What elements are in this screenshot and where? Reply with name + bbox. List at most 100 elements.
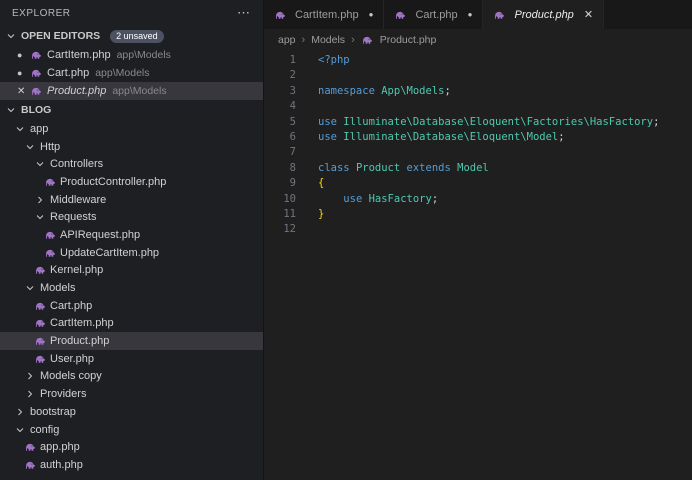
- tree-item-label: Product.php: [50, 335, 110, 348]
- tree-item-label: bootstrap: [30, 405, 76, 418]
- tree-item-label: Providers: [40, 388, 87, 401]
- tree-folder-item[interactable]: Controllers: [0, 155, 263, 173]
- code-line-content: use Illuminate\Database\Eloquent\Factori…: [296, 115, 659, 130]
- chevron-right-icon: [24, 372, 36, 380]
- more-actions-icon[interactable]: ⋯: [237, 5, 251, 21]
- breadcrumb-item[interactable]: Product.php: [361, 34, 436, 46]
- code-line: 5 use Illuminate\Database\Eloquent\Factor…: [264, 115, 692, 130]
- breadcrumb-item[interactable]: Models: [311, 34, 345, 46]
- breadcrumb-separator-icon: ›: [351, 33, 355, 46]
- code-line: 3 namespace App\Models;: [264, 84, 692, 99]
- editor-tab[interactable]: CartItem.php ●: [264, 0, 385, 29]
- php-file-icon: [24, 441, 36, 453]
- file-tree: app Http Controllers ProductController.php M…: [0, 120, 263, 474]
- breadcrumb-separator-icon: ›: [301, 33, 306, 46]
- tree-folder-item[interactable]: Providers: [0, 385, 263, 403]
- chevron-down-icon: [34, 213, 46, 221]
- tree-file-item[interactable]: APIRequest.php: [0, 226, 263, 244]
- tree-folder-item[interactable]: Models: [0, 279, 263, 297]
- modified-dot-icon[interactable]: ●: [369, 10, 374, 19]
- tree-file-item[interactable]: Cart.php: [0, 297, 263, 315]
- chevron-down-icon: [5, 106, 17, 114]
- code-line: 8 class Product extends Model: [264, 161, 692, 176]
- tree-item-label: ProductController.php: [60, 175, 167, 188]
- tree-item-label: Kernel.php: [50, 264, 104, 277]
- line-number: 2: [289, 69, 296, 82]
- php-file-icon: [34, 317, 46, 329]
- open-editor-item[interactable]: ✕ Product.php app\Models: [0, 82, 263, 100]
- tree-file-item[interactable]: Kernel.php: [0, 262, 263, 280]
- tree-item-label: CartItem.php: [50, 317, 114, 330]
- project-header[interactable]: BLOG: [0, 100, 263, 120]
- chevron-down-icon: [14, 426, 26, 434]
- tree-file-item[interactable]: app.php: [0, 438, 263, 456]
- tree-file-item[interactable]: CartItem.php: [0, 315, 263, 333]
- tree-file-item[interactable]: User.php: [0, 350, 263, 368]
- explorer-sidebar: EXPLORER ⋯ OPEN EDITORS 2 unsaved ● CartI…: [0, 0, 264, 480]
- code-token: Product: [355, 161, 401, 174]
- code-token: ;: [444, 84, 451, 97]
- explorer-header: EXPLORER ⋯: [0, 0, 263, 26]
- open-editor-filename: Cart.php: [47, 67, 90, 79]
- tree-file-item[interactable]: ProductController.php: [0, 173, 263, 191]
- open-editor-filename: CartItem.php: [47, 49, 111, 61]
- open-editors-label: OPEN EDITORS: [21, 30, 101, 42]
- code-line-content: [296, 68, 318, 83]
- php-file-icon: [30, 85, 45, 97]
- tree-file-item[interactable]: auth.php: [0, 456, 263, 474]
- tree-folder-item[interactable]: bootstrap: [0, 403, 263, 421]
- code-line-content: [296, 222, 318, 237]
- code-token: extends: [406, 161, 451, 174]
- tree-folder-item[interactable]: config: [0, 421, 263, 439]
- php-file-icon: [44, 247, 56, 259]
- line-number: 8: [289, 161, 296, 174]
- code-token: ;: [558, 130, 565, 143]
- close-icon[interactable]: ✕: [584, 8, 593, 21]
- open-editors-section: OPEN EDITORS 2 unsaved ● CartItem.php app\…: [0, 26, 263, 100]
- chevron-down-icon: [24, 284, 36, 292]
- open-editor-item[interactable]: ● CartItem.php app\Models: [0, 46, 263, 64]
- chevron-down-icon: [5, 32, 17, 40]
- tab-label: Product.php: [514, 8, 574, 21]
- code-token: use: [318, 130, 337, 143]
- open-editors-list: ● CartItem.php app\Models ● Cart.php app\Mode…: [0, 46, 263, 100]
- line-number: 3: [289, 84, 296, 97]
- tree-folder-item[interactable]: Http: [0, 138, 263, 156]
- tree-file-item[interactable]: Product.php: [0, 332, 263, 350]
- tree-folder-item[interactable]: Models copy: [0, 368, 263, 386]
- line-number: 10: [283, 192, 296, 205]
- modified-dot-icon[interactable]: ●: [17, 50, 30, 60]
- editor-tab[interactable]: Cart.php ●: [384, 0, 484, 29]
- tree-file-item[interactable]: UpdateCartItem.php: [0, 244, 263, 262]
- tree-item-label: Requests: [50, 211, 97, 224]
- tree-folder-item[interactable]: Requests: [0, 208, 263, 226]
- open-editors-header[interactable]: OPEN EDITORS 2 unsaved: [0, 26, 263, 46]
- tab-bar: CartItem.php ● Cart.php ● Product.php ✕: [264, 0, 692, 29]
- modified-dot-icon[interactable]: ●: [468, 10, 473, 19]
- code-line: 9{: [264, 176, 692, 191]
- tree-item-label: UpdateCartItem.php: [60, 246, 160, 259]
- tree-folder-item[interactable]: Middleware: [0, 191, 263, 209]
- explorer-title: EXPLORER: [12, 7, 71, 19]
- php-file-icon: [34, 264, 46, 276]
- tree-folder-item[interactable]: app: [0, 120, 263, 138]
- modified-dot-icon[interactable]: ●: [17, 68, 30, 78]
- code-line-content: use HasFactory;: [296, 192, 438, 207]
- editor-tab[interactable]: Product.php ✕: [483, 0, 605, 29]
- code-line: 12: [264, 222, 692, 237]
- code-token: {: [318, 177, 325, 190]
- open-editor-item[interactable]: ● Cart.php app\Models: [0, 64, 263, 82]
- line-number: 11: [283, 207, 296, 220]
- project-tree-section: BLOG app Http Controllers ProductController…: [0, 100, 263, 474]
- chevron-right-icon: [34, 196, 46, 204]
- close-icon[interactable]: ✕: [17, 86, 30, 97]
- php-file-icon: [34, 335, 46, 347]
- tree-item-label: app: [30, 122, 49, 135]
- php-file-icon: [274, 9, 289, 21]
- code-editor[interactable]: 1 <?php 2 3 namespace App\Models; 4 5 use Illum…: [264, 50, 692, 480]
- php-file-icon: [361, 34, 376, 46]
- php-file-icon: [30, 67, 45, 79]
- code-line-content: [296, 145, 318, 160]
- breadcrumb-item[interactable]: app: [278, 34, 296, 46]
- code-line: 4: [264, 99, 692, 114]
